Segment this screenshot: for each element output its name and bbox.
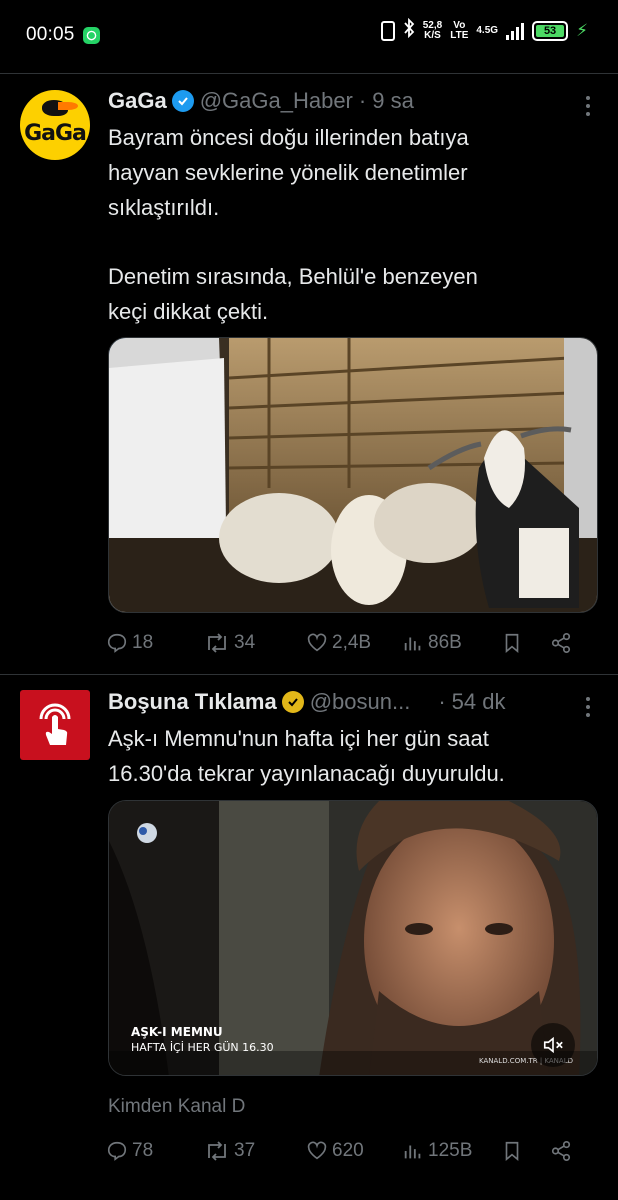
tweet-actions: 18 34 2,4B 86B [106, 632, 596, 654]
like-button[interactable]: 620 [306, 1140, 402, 1162]
net-speed: 52,8 K/S [422, 19, 443, 41]
reply-button[interactable]: 78 [106, 1140, 204, 1162]
tweet-text-line: Aşk-ı Memnu'nun hafta içi her gün saat [108, 726, 489, 751]
bookmark-icon [505, 1141, 519, 1162]
bookmark-button[interactable] [502, 1140, 550, 1162]
reply-button[interactable]: 18 [106, 632, 204, 654]
bluetooth-icon [403, 17, 415, 43]
tweet-actions: 78 37 620 125B [106, 1140, 596, 1162]
tweet-bosuna-tiklama[interactable]: Boşuna Tıklama @bosun... · 54 dk Aşk-ı M… [0, 675, 618, 1200]
repost-icon [208, 1141, 226, 1161]
net-speed-value: 52,8 [422, 19, 443, 31]
reply-icon [107, 633, 127, 653]
bookmark-button[interactable] [502, 632, 550, 654]
status-icons: 52,8 K/S Vo LTE 4.5G 53 ⚡ [380, 17, 588, 43]
volte-top: Vo [453, 19, 466, 31]
views-icon [404, 637, 421, 651]
status-bar: 00:05 52,8 K/S Vo LTE 4.5G 53 ⚡ [0, 0, 618, 70]
volte-bottom: LTE [450, 29, 469, 41]
battery-level: 53 [536, 24, 565, 37]
volte-indicator: Vo LTE [450, 19, 469, 41]
like-button[interactable]: 2,4B [306, 632, 402, 654]
share-icon [551, 1141, 571, 1161]
separator-dot: · [358, 88, 367, 113]
video-subtitle: HAFTA İÇİ HER GÜN 16.30 [131, 1041, 274, 1054]
like-count: 620 [332, 1140, 364, 1161]
share-button[interactable] [550, 632, 572, 654]
tweet-text: Bayram öncesi doğu illerinden batıya hay… [108, 120, 598, 329]
share-button[interactable] [550, 1140, 572, 1162]
handle[interactable]: @GaGa_Haber [200, 88, 353, 114]
charging-icon: ⚡ [576, 20, 588, 40]
tweet-text-line: Bayram öncesi doğu illerinden batıya [108, 125, 469, 150]
vibrate-icon [380, 20, 395, 41]
avatar-gaga[interactable]: GaGa [20, 90, 90, 160]
status-time: 00:05 [26, 24, 75, 45]
toucan-beak-icon [58, 102, 78, 110]
verified-gold-badge-icon [281, 691, 304, 713]
more-options-icon[interactable] [586, 697, 590, 717]
tweet-photo[interactable] [108, 337, 598, 613]
views-button[interactable]: 86B [402, 632, 502, 654]
views-count: 86B [428, 632, 462, 653]
repost-count: 34 [234, 632, 256, 653]
repost-count: 37 [234, 1140, 256, 1161]
heart-icon [307, 1141, 327, 1160]
display-name[interactable]: GaGa [108, 88, 167, 114]
display-name[interactable]: Boşuna Tıklama [108, 689, 277, 715]
repost-button[interactable]: 37 [204, 1140, 306, 1162]
video-title: AŞK-I MEMNU [131, 1025, 223, 1039]
gaga-logo-text: GaGa [24, 120, 87, 146]
more-options-icon[interactable] [586, 96, 590, 116]
tweet-text-line: hayvan sevklerine yönelik denetimler [108, 160, 468, 185]
tweet-gaga[interactable]: GaGa GaGa @GaGa_Haber · 9 sa Bayram önce… [0, 74, 618, 674]
tap-hand-icon [39, 703, 71, 745]
views-button[interactable]: 125B [402, 1140, 502, 1162]
network-type: 4.5G [476, 24, 499, 36]
tweet-text: Aşk-ı Memnu'nun hafta içi her gün saat 1… [108, 721, 598, 791]
views-icon [404, 1145, 421, 1159]
repost-icon [208, 633, 226, 653]
heart-icon [307, 633, 327, 652]
reply-count: 78 [132, 1140, 154, 1161]
tweet-header: Boşuna Tıklama @bosun... · 54 dk [108, 689, 506, 715]
views-count: 125B [428, 1140, 473, 1161]
verified-badge-icon [171, 90, 194, 112]
tweet-text-line: 16.30'da tekrar yayınlanacağı duyuruldu. [108, 761, 505, 786]
timestamp[interactable]: 9 sa [372, 88, 414, 114]
speaker-muted-icon [543, 1036, 563, 1054]
signal-icon [506, 22, 525, 40]
whatsapp-notification-icon [82, 26, 100, 44]
source-attribution[interactable]: Kimden Kanal D [108, 1096, 245, 1118]
reply-count: 18 [132, 632, 154, 653]
net-speed-unit: K/S [424, 29, 441, 41]
timestamp[interactable]: 54 dk [452, 689, 506, 715]
handle[interactable]: @bosun... [310, 689, 411, 715]
tweet-video[interactable]: AŞK-I MEMNU HAFTA İÇİ HER GÜN 16.30 KANA… [108, 800, 598, 1076]
share-icon [551, 633, 571, 653]
separator-dot: · [438, 689, 446, 714]
mute-button[interactable] [531, 1023, 575, 1067]
avatar-bosuna-tiklama[interactable] [20, 690, 90, 760]
repost-button[interactable]: 34 [204, 632, 306, 654]
goat-truck-photo [109, 338, 597, 612]
tweet-text-line: sıklaştırıldı. [108, 195, 220, 220]
network-type-label: 4.5G [476, 24, 499, 36]
tweet-text-line: Denetim sırasında, Behlül'e benzeyen [108, 264, 478, 289]
reply-icon [107, 1141, 127, 1161]
tweet-text-line: keçi dikkat çekti. [108, 299, 269, 324]
tweet-header: GaGa @GaGa_Haber · 9 sa [108, 88, 414, 114]
bookmark-icon [505, 633, 519, 654]
like-count: 2,4B [332, 632, 372, 653]
battery-icon: 53 [532, 20, 569, 41]
